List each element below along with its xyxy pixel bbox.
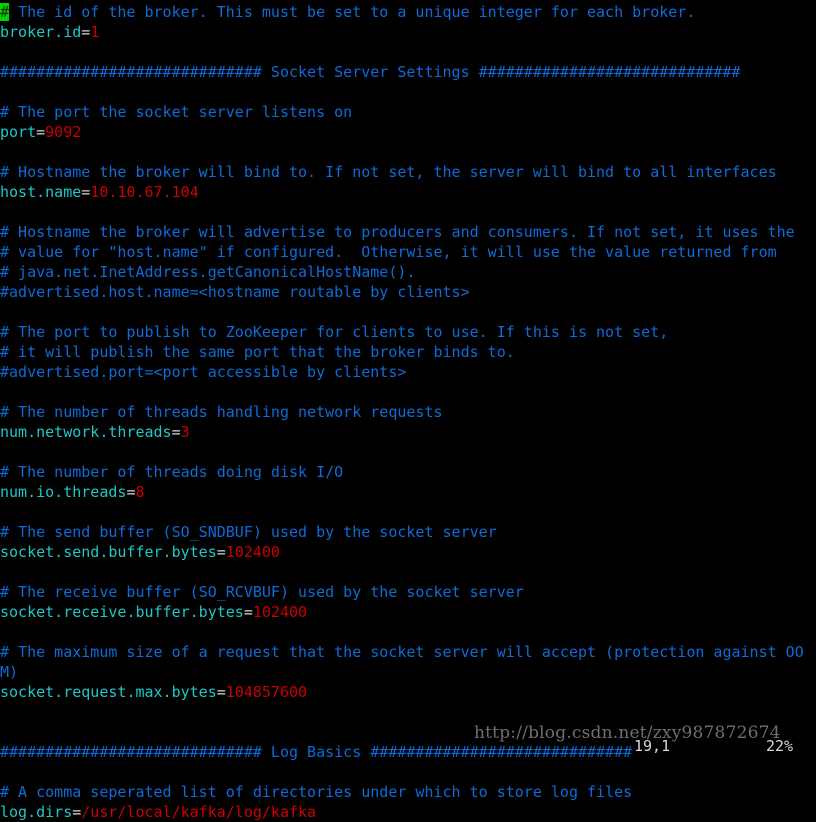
config-value: 3	[180, 423, 190, 441]
text-cursor[interactable]: #	[0, 3, 10, 21]
status-cursor-position: 19,1	[634, 737, 671, 755]
editor-line: ############################# Socket Ser…	[0, 62, 816, 82]
config-value: 102400	[225, 543, 280, 561]
config-key: host.name	[0, 183, 82, 201]
comment-text: # The send buffer (SO_SNDBUF) used by th…	[0, 523, 497, 541]
config-value: 104857600	[225, 683, 308, 701]
config-equals-sign: =	[36, 123, 46, 141]
editor-line: # value for "host.name" if configured. O…	[0, 242, 816, 262]
config-value: /usr/local/kafka/log/kafka	[81, 803, 317, 821]
config-value: 10.10.67.104	[90, 183, 199, 201]
comment-text: # The receive buffer (SO_RCVBUF) used by…	[0, 583, 524, 601]
editor-line: # java.net.InetAddress.getCanonicalHostN…	[0, 262, 816, 282]
editor-line: socket.request.max.bytes=104857600	[0, 682, 816, 702]
editor-line: # Hostname the broker will advertise to …	[0, 222, 816, 242]
comment-text: # Hostname the broker will bind to. If n…	[0, 163, 777, 181]
editor-line: log.dirs=/usr/local/kafka/log/kafka	[0, 802, 816, 822]
config-equals-sign: =	[243, 603, 253, 621]
config-key: socket.receive.buffer.bytes	[0, 603, 244, 621]
comment-text: # java.net.InetAddress.getCanonicalHostN…	[0, 263, 416, 281]
editor-line: # The receive buffer (SO_RCVBUF) used by…	[0, 582, 816, 602]
editor-line: #advertised.port=<port accessible by cli…	[0, 362, 816, 382]
vim-status-line: 19,1 22%	[0, 736, 816, 756]
config-equals-sign: =	[81, 183, 91, 201]
config-key: socket.send.buffer.bytes	[0, 543, 217, 561]
editor-line: host.name=10.10.67.104	[0, 182, 816, 202]
config-value: 1	[90, 23, 100, 41]
editor-line: # The number of threads doing disk I/O	[0, 462, 816, 482]
editor-line: broker.id=1	[0, 22, 816, 42]
config-equals-sign: =	[216, 683, 226, 701]
config-key: port	[0, 123, 37, 141]
config-value: 9092	[45, 123, 82, 141]
status-scroll-percent: 22%	[766, 737, 794, 755]
config-equals-sign: =	[171, 423, 181, 441]
comment-text: # The maximum size of a request that the…	[0, 643, 804, 661]
comment-text: #advertised.port=<port accessible by cli…	[0, 363, 407, 381]
comment-text: # value for "host.name" if configured. O…	[0, 243, 777, 261]
vim-text-buffer[interactable]: # The id of the broker. This must be set…	[0, 0, 816, 822]
comment-text: #advertised.host.name=<hostname routable…	[0, 283, 470, 301]
comment-text: # The number of threads doing disk I/O	[0, 463, 344, 481]
editor-line: port=9092	[0, 122, 816, 142]
terminal-window: # The id of the broker. This must be set…	[0, 0, 816, 821]
editor-line: num.io.threads=8	[0, 482, 816, 502]
config-equals-sign: =	[216, 543, 226, 561]
editor-line: # The port the socket server listens on	[0, 102, 816, 122]
comment-text: # The port to publish to ZooKeeper for c…	[0, 323, 669, 341]
comment-text: M)	[0, 663, 19, 681]
editor-line: # The number of threads handling network…	[0, 402, 816, 422]
comment-text: The id of the broker. This must be set t…	[9, 3, 696, 21]
editor-line: # A comma seperated list of directories …	[0, 782, 816, 802]
config-key: socket.request.max.bytes	[0, 683, 217, 701]
config-key: broker.id	[0, 23, 82, 41]
config-value: 8	[135, 483, 145, 501]
config-key: num.io.threads	[0, 483, 127, 501]
editor-line: # it will publish the same port that the…	[0, 342, 816, 362]
config-equals-sign: =	[81, 23, 91, 41]
editor-line: # The send buffer (SO_SNDBUF) used by th…	[0, 522, 816, 542]
editor-line: # The maximum size of a request that the…	[0, 642, 816, 662]
comment-text: # it will publish the same port that the…	[0, 343, 515, 361]
comment-text: ############################# Socket Ser…	[0, 63, 741, 81]
editor-line: socket.receive.buffer.bytes=102400	[0, 602, 816, 622]
editor-line: #advertised.host.name=<hostname routable…	[0, 282, 816, 302]
comment-text: # Hostname the broker will advertise to …	[0, 223, 795, 241]
config-equals-sign: =	[72, 803, 82, 821]
comment-text: # The number of threads handling network…	[0, 403, 443, 421]
config-value: 102400	[252, 603, 308, 621]
comment-text: # The port the socket server listens on	[0, 103, 353, 121]
editor-line: num.network.threads=3	[0, 422, 816, 442]
editor-line: M)	[0, 662, 816, 682]
editor-line: # The id of the broker. This must be set…	[0, 2, 816, 22]
editor-line: socket.send.buffer.bytes=102400	[0, 542, 816, 562]
editor-line: # The port to publish to ZooKeeper for c…	[0, 322, 816, 342]
comment-text: # A comma seperated list of directories …	[0, 783, 633, 801]
config-key: num.network.threads	[0, 423, 172, 441]
editor-line: # Hostname the broker will bind to. If n…	[0, 162, 816, 182]
